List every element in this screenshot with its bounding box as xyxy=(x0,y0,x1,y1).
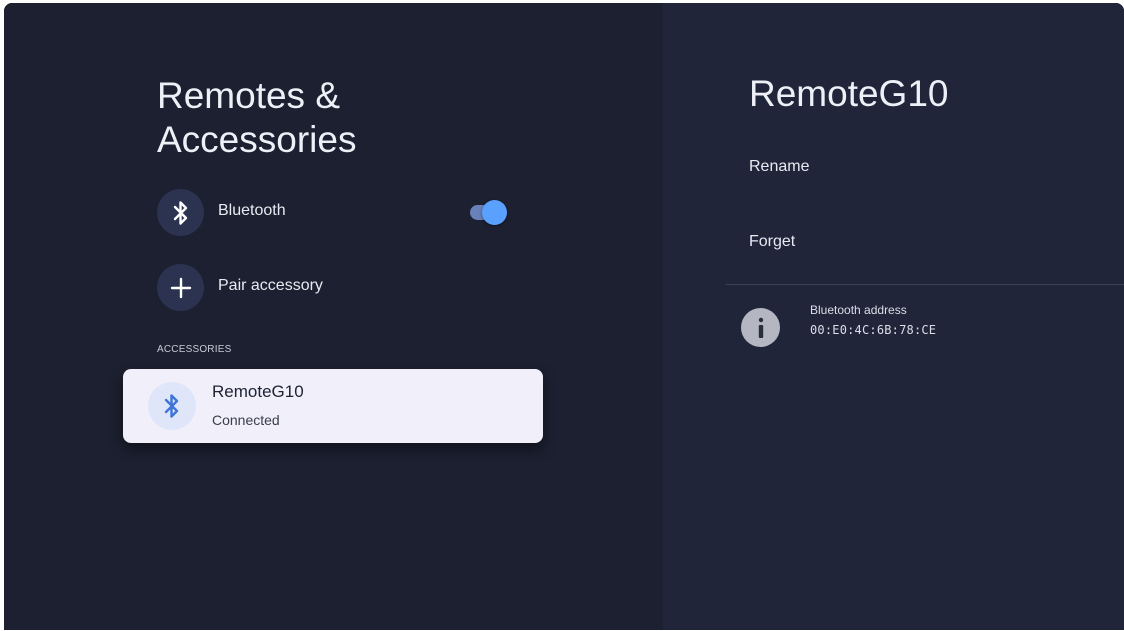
accessory-status: Connected xyxy=(212,412,280,428)
accessory-name: RemoteG10 xyxy=(212,382,304,401)
device-title: RemoteG10 xyxy=(749,73,949,114)
tv-settings-screen: Remotes & Accessories Bluetooth Pair acc… xyxy=(4,3,1124,630)
divider xyxy=(726,284,1124,285)
bluetooth-address-value: 00:E0:4C:6B:78:CE xyxy=(810,323,937,337)
bluetooth-row[interactable]: Bluetooth xyxy=(157,189,517,237)
rename-option[interactable]: Rename xyxy=(749,158,809,176)
bluetooth-icon xyxy=(148,382,196,430)
device-detail-pane: RemoteG10 Rename Forget Bluetooth addres… xyxy=(663,3,1124,630)
settings-list-pane: Remotes & Accessories Bluetooth Pair acc… xyxy=(4,3,663,630)
forget-option[interactable]: Forget xyxy=(749,233,795,251)
bluetooth-address-label: Bluetooth address xyxy=(810,303,907,317)
accessory-item-remoteg10[interactable]: RemoteG10 Connected xyxy=(123,369,543,443)
bluetooth-icon xyxy=(157,189,204,236)
bluetooth-label: Bluetooth xyxy=(218,202,286,219)
accessories-section-header: ACCESSORIES xyxy=(157,344,232,355)
info-icon xyxy=(741,308,780,347)
toggle-knob xyxy=(482,200,507,225)
bluetooth-toggle[interactable] xyxy=(467,200,507,225)
pair-accessory-label: Pair accessory xyxy=(218,277,323,294)
plus-icon xyxy=(157,264,204,311)
pair-accessory-row[interactable]: Pair accessory xyxy=(157,264,517,312)
page-title: Remotes & Accessories xyxy=(157,75,357,160)
